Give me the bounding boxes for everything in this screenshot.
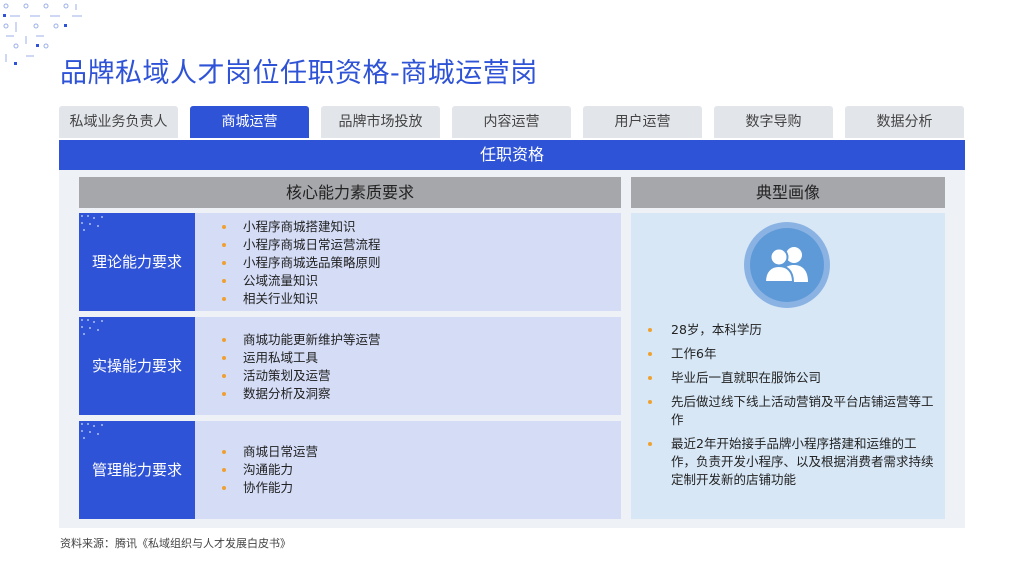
tab-brand-marketing[interactable]: 品牌市场投放 xyxy=(321,106,440,138)
page-title: 品牌私域人才岗位任职资格-商城运营岗 xyxy=(60,58,538,89)
list-item: 最近2年开始接手品牌小程序搭建和运维的工作，负责开发小程序、以及根据消费者需求持… xyxy=(645,435,935,489)
requirement-list: 小程序商城搭建知识 小程序商城日常运营流程 小程序商城选品策略原则 公域流量知识… xyxy=(219,218,381,308)
list-item: 活动策划及运营 xyxy=(219,367,381,385)
row-label-text: 理论能力要求 xyxy=(91,253,182,271)
list-item: 小程序商城选品策略原则 xyxy=(219,254,381,272)
row-label-block: 理论能力要求 xyxy=(79,213,195,311)
persona-list: 28岁，本科学历 工作6年 毕业后一直就职在服饰公司 先后做过线下线上活动营销及… xyxy=(645,321,935,495)
requirement-row-practice: 实操能力要求 商城功能更新维护等运营 运用私域工具 活动策划及运营 数据分析及洞… xyxy=(79,317,621,415)
requirement-list: 商城功能更新维护等运营 运用私域工具 活动策划及运营 数据分析及洞察 xyxy=(219,331,381,403)
row-label-text: 管理能力要求 xyxy=(91,461,182,479)
tab-user-operations[interactable]: 用户运营 xyxy=(583,106,702,138)
users-icon xyxy=(764,247,808,283)
list-item: 沟通能力 xyxy=(219,461,318,479)
list-item: 公域流量知识 xyxy=(219,272,381,290)
list-item: 28岁，本科学历 xyxy=(645,321,935,339)
list-item: 毕业后一直就职在服饰公司 xyxy=(645,369,935,387)
typical-persona-header: 典型画像 xyxy=(631,177,945,208)
avatar xyxy=(744,222,830,308)
tab-digital-guide[interactable]: 数字导购 xyxy=(714,106,833,138)
requirement-row-theory: 理论能力要求 小程序商城搭建知识 小程序商城日常运营流程 小程序商城选品策略原则… xyxy=(79,213,621,311)
tab-mall-operations[interactable]: 商城运营 xyxy=(190,106,309,138)
typical-persona-panel: 28岁，本科学历 工作6年 毕业后一直就职在服饰公司 先后做过线下线上活动营销及… xyxy=(631,213,945,519)
requirement-row-management: 管理能力要求 商城日常运营 沟通能力 协作能力 xyxy=(79,421,621,519)
list-item: 先后做过线下线上活动营销及平台店铺运营等工作 xyxy=(645,393,935,429)
list-item: 小程序商城日常运营流程 xyxy=(219,236,381,254)
list-item: 小程序商城搭建知识 xyxy=(219,218,381,236)
list-item: 数据分析及洞察 xyxy=(219,385,381,403)
role-tab-bar: 私域业务负责人 商城运营 品牌市场投放 内容运营 用户运营 数字导购 数据分析 xyxy=(59,106,965,138)
list-item: 工作6年 xyxy=(645,345,935,363)
list-item: 相关行业知识 xyxy=(219,290,381,308)
core-competency-header: 核心能力素质要求 xyxy=(79,177,621,208)
row-label-block: 实操能力要求 xyxy=(79,317,195,415)
tab-data-analysis[interactable]: 数据分析 xyxy=(845,106,964,138)
source-note: 资料来源：腾讯《私域组织与人才发展白皮书》 xyxy=(60,537,291,550)
tab-content-operations[interactable]: 内容运营 xyxy=(452,106,571,138)
list-item: 商城日常运营 xyxy=(219,443,318,461)
slide: 品牌私域人才岗位任职资格-商城运营岗 私域业务负责人 商城运营 品牌市场投放 内… xyxy=(0,0,1024,576)
list-item: 商城功能更新维护等运营 xyxy=(219,331,381,349)
row-label-block: 管理能力要求 xyxy=(79,421,195,519)
tab-private-domain-lead[interactable]: 私域业务负责人 xyxy=(59,106,178,138)
list-item: 运用私域工具 xyxy=(219,349,381,367)
row-label-text: 实操能力要求 xyxy=(91,357,182,375)
requirement-list: 商城日常运营 沟通能力 协作能力 xyxy=(219,443,318,497)
section-banner: 任职资格 xyxy=(59,140,965,170)
list-item: 协作能力 xyxy=(219,479,318,497)
